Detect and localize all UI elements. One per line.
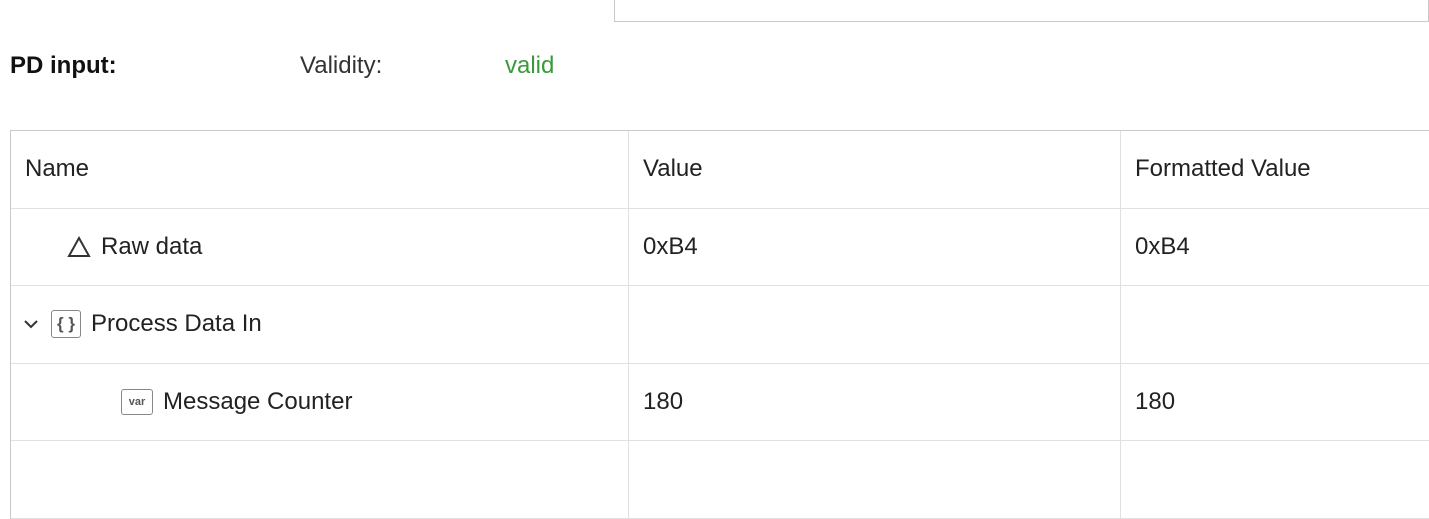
table-row-name[interactable]: Raw data — [11, 209, 629, 287]
triangle-icon — [67, 236, 91, 258]
table-row-formatted: 0xB4 — [1121, 209, 1429, 287]
table-row-name[interactable]: var Message Counter — [11, 364, 629, 442]
table-row-formatted — [1121, 286, 1429, 364]
validity-value: valid — [505, 52, 554, 80]
process-data-table: Name Value Formatted Value Raw data 0xB4… — [10, 130, 1429, 519]
table-row-empty — [629, 441, 1121, 519]
table-row-empty — [1121, 441, 1429, 519]
col-header-formatted[interactable]: Formatted Value — [1121, 131, 1429, 209]
braces-icon: { } — [51, 310, 81, 338]
col-header-value[interactable]: Value — [629, 131, 1121, 209]
table-row-value: 180 — [629, 364, 1121, 442]
row-name-text: Raw data — [101, 233, 202, 261]
upper-panel-frame — [614, 0, 1429, 22]
table-row-empty — [11, 441, 629, 519]
row-name-text: Message Counter — [163, 388, 352, 416]
row-name-text: Process Data In — [91, 310, 262, 338]
validity-label: Validity: — [300, 52, 505, 80]
table-row-value — [629, 286, 1121, 364]
var-icon: var — [121, 389, 153, 415]
table-row-name[interactable]: { } Process Data In — [11, 286, 629, 364]
pd-input-label: PD input: — [10, 52, 300, 80]
table-row-value: 0xB4 — [629, 209, 1121, 287]
table-row-formatted: 180 — [1121, 364, 1429, 442]
pd-input-header: PD input: Validity: valid — [10, 52, 1419, 80]
col-header-name[interactable]: Name — [11, 131, 629, 209]
chevron-down-icon[interactable] — [21, 315, 41, 333]
